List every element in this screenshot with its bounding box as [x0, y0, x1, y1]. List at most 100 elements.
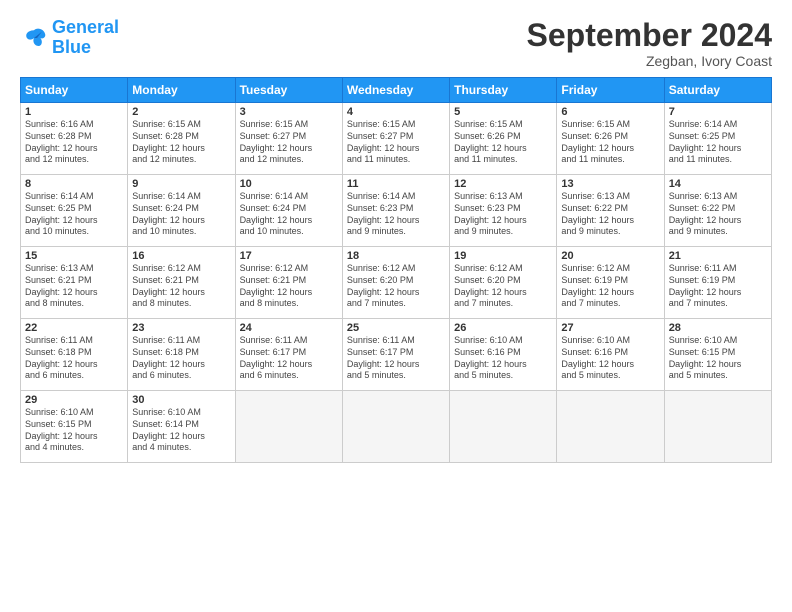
- calendar-cell: 11Sunrise: 6:14 AM Sunset: 6:23 PM Dayli…: [342, 175, 449, 247]
- page-header: General Blue September 2024 Zegban, Ivor…: [20, 18, 772, 69]
- calendar-cell: 26Sunrise: 6:10 AM Sunset: 6:16 PM Dayli…: [450, 319, 557, 391]
- day-info: Sunrise: 6:12 AM Sunset: 6:20 PM Dayligh…: [347, 263, 445, 310]
- calendar-cell: [664, 391, 771, 463]
- day-number: 14: [669, 178, 767, 190]
- day-number: 24: [240, 322, 338, 334]
- day-info: Sunrise: 6:15 AM Sunset: 6:27 PM Dayligh…: [347, 119, 445, 166]
- day-info: Sunrise: 6:13 AM Sunset: 6:23 PM Dayligh…: [454, 191, 552, 238]
- calendar-cell: 23Sunrise: 6:11 AM Sunset: 6:18 PM Dayli…: [128, 319, 235, 391]
- calendar-cell: 24Sunrise: 6:11 AM Sunset: 6:17 PM Dayli…: [235, 319, 342, 391]
- calendar-cell: 4Sunrise: 6:15 AM Sunset: 6:27 PM Daylig…: [342, 103, 449, 175]
- calendar-cell: 27Sunrise: 6:10 AM Sunset: 6:16 PM Dayli…: [557, 319, 664, 391]
- day-number: 22: [25, 322, 123, 334]
- day-number: 7: [669, 106, 767, 118]
- day-info: Sunrise: 6:12 AM Sunset: 6:21 PM Dayligh…: [132, 263, 230, 310]
- day-number: 19: [454, 250, 552, 262]
- day-number: 26: [454, 322, 552, 334]
- title-block: September 2024 Zegban, Ivory Coast: [527, 18, 772, 69]
- day-info: Sunrise: 6:11 AM Sunset: 6:18 PM Dayligh…: [25, 335, 123, 382]
- day-info: Sunrise: 6:14 AM Sunset: 6:24 PM Dayligh…: [240, 191, 338, 238]
- day-number: 16: [132, 250, 230, 262]
- day-number: 30: [132, 394, 230, 406]
- calendar-cell: 30Sunrise: 6:10 AM Sunset: 6:14 PM Dayli…: [128, 391, 235, 463]
- logo: General Blue: [20, 18, 119, 58]
- day-number: 2: [132, 106, 230, 118]
- calendar-cell: 21Sunrise: 6:11 AM Sunset: 6:19 PM Dayli…: [664, 247, 771, 319]
- day-info: Sunrise: 6:13 AM Sunset: 6:22 PM Dayligh…: [669, 191, 767, 238]
- weekday-header-sunday: Sunday: [21, 78, 128, 103]
- calendar-cell: [557, 391, 664, 463]
- day-number: 17: [240, 250, 338, 262]
- calendar-cell: 2Sunrise: 6:15 AM Sunset: 6:28 PM Daylig…: [128, 103, 235, 175]
- day-number: 28: [669, 322, 767, 334]
- calendar-cell: 15Sunrise: 6:13 AM Sunset: 6:21 PM Dayli…: [21, 247, 128, 319]
- day-number: 23: [132, 322, 230, 334]
- location: Zegban, Ivory Coast: [527, 53, 772, 69]
- day-number: 11: [347, 178, 445, 190]
- weekday-header-friday: Friday: [557, 78, 664, 103]
- day-info: Sunrise: 6:15 AM Sunset: 6:27 PM Dayligh…: [240, 119, 338, 166]
- day-info: Sunrise: 6:10 AM Sunset: 6:15 PM Dayligh…: [669, 335, 767, 382]
- weekday-header-wednesday: Wednesday: [342, 78, 449, 103]
- day-number: 13: [561, 178, 659, 190]
- day-info: Sunrise: 6:15 AM Sunset: 6:26 PM Dayligh…: [454, 119, 552, 166]
- day-number: 9: [132, 178, 230, 190]
- day-info: Sunrise: 6:10 AM Sunset: 6:14 PM Dayligh…: [132, 407, 230, 454]
- weekday-header-monday: Monday: [128, 78, 235, 103]
- calendar-table: SundayMondayTuesdayWednesdayThursdayFrid…: [20, 77, 772, 463]
- day-info: Sunrise: 6:11 AM Sunset: 6:19 PM Dayligh…: [669, 263, 767, 310]
- weekday-header-thursday: Thursday: [450, 78, 557, 103]
- day-info: Sunrise: 6:13 AM Sunset: 6:21 PM Dayligh…: [25, 263, 123, 310]
- calendar-cell: [450, 391, 557, 463]
- day-info: Sunrise: 6:11 AM Sunset: 6:17 PM Dayligh…: [240, 335, 338, 382]
- weekday-header-tuesday: Tuesday: [235, 78, 342, 103]
- day-info: Sunrise: 6:12 AM Sunset: 6:19 PM Dayligh…: [561, 263, 659, 310]
- day-info: Sunrise: 6:16 AM Sunset: 6:28 PM Dayligh…: [25, 119, 123, 166]
- calendar-cell: [235, 391, 342, 463]
- calendar-cell: 13Sunrise: 6:13 AM Sunset: 6:22 PM Dayli…: [557, 175, 664, 247]
- day-number: 21: [669, 250, 767, 262]
- day-number: 15: [25, 250, 123, 262]
- day-info: Sunrise: 6:14 AM Sunset: 6:24 PM Dayligh…: [132, 191, 230, 238]
- day-number: 29: [25, 394, 123, 406]
- calendar-cell: 28Sunrise: 6:10 AM Sunset: 6:15 PM Dayli…: [664, 319, 771, 391]
- calendar-cell: 10Sunrise: 6:14 AM Sunset: 6:24 PM Dayli…: [235, 175, 342, 247]
- day-number: 6: [561, 106, 659, 118]
- day-number: 18: [347, 250, 445, 262]
- calendar-cell: 18Sunrise: 6:12 AM Sunset: 6:20 PM Dayli…: [342, 247, 449, 319]
- calendar-cell: 19Sunrise: 6:12 AM Sunset: 6:20 PM Dayli…: [450, 247, 557, 319]
- calendar-cell: 14Sunrise: 6:13 AM Sunset: 6:22 PM Dayli…: [664, 175, 771, 247]
- day-info: Sunrise: 6:14 AM Sunset: 6:23 PM Dayligh…: [347, 191, 445, 238]
- calendar-cell: 9Sunrise: 6:14 AM Sunset: 6:24 PM Daylig…: [128, 175, 235, 247]
- day-number: 3: [240, 106, 338, 118]
- calendar-cell: 7Sunrise: 6:14 AM Sunset: 6:25 PM Daylig…: [664, 103, 771, 175]
- day-number: 12: [454, 178, 552, 190]
- calendar-cell: 25Sunrise: 6:11 AM Sunset: 6:17 PM Dayli…: [342, 319, 449, 391]
- day-info: Sunrise: 6:11 AM Sunset: 6:17 PM Dayligh…: [347, 335, 445, 382]
- day-info: Sunrise: 6:13 AM Sunset: 6:22 PM Dayligh…: [561, 191, 659, 238]
- day-info: Sunrise: 6:10 AM Sunset: 6:16 PM Dayligh…: [454, 335, 552, 382]
- day-info: Sunrise: 6:15 AM Sunset: 6:26 PM Dayligh…: [561, 119, 659, 166]
- day-info: Sunrise: 6:12 AM Sunset: 6:20 PM Dayligh…: [454, 263, 552, 310]
- calendar-cell: [342, 391, 449, 463]
- logo-text: General Blue: [52, 18, 119, 58]
- calendar-cell: 17Sunrise: 6:12 AM Sunset: 6:21 PM Dayli…: [235, 247, 342, 319]
- calendar-cell: 1Sunrise: 6:16 AM Sunset: 6:28 PM Daylig…: [21, 103, 128, 175]
- day-info: Sunrise: 6:14 AM Sunset: 6:25 PM Dayligh…: [25, 191, 123, 238]
- day-number: 5: [454, 106, 552, 118]
- calendar-cell: 8Sunrise: 6:14 AM Sunset: 6:25 PM Daylig…: [21, 175, 128, 247]
- day-number: 4: [347, 106, 445, 118]
- calendar-cell: 5Sunrise: 6:15 AM Sunset: 6:26 PM Daylig…: [450, 103, 557, 175]
- day-info: Sunrise: 6:11 AM Sunset: 6:18 PM Dayligh…: [132, 335, 230, 382]
- day-number: 20: [561, 250, 659, 262]
- day-number: 8: [25, 178, 123, 190]
- calendar-cell: 20Sunrise: 6:12 AM Sunset: 6:19 PM Dayli…: [557, 247, 664, 319]
- calendar-cell: 6Sunrise: 6:15 AM Sunset: 6:26 PM Daylig…: [557, 103, 664, 175]
- day-info: Sunrise: 6:15 AM Sunset: 6:28 PM Dayligh…: [132, 119, 230, 166]
- month-title: September 2024: [527, 18, 772, 53]
- logo-icon: [20, 24, 48, 52]
- calendar-cell: 22Sunrise: 6:11 AM Sunset: 6:18 PM Dayli…: [21, 319, 128, 391]
- day-number: 10: [240, 178, 338, 190]
- day-info: Sunrise: 6:10 AM Sunset: 6:15 PM Dayligh…: [25, 407, 123, 454]
- day-info: Sunrise: 6:10 AM Sunset: 6:16 PM Dayligh…: [561, 335, 659, 382]
